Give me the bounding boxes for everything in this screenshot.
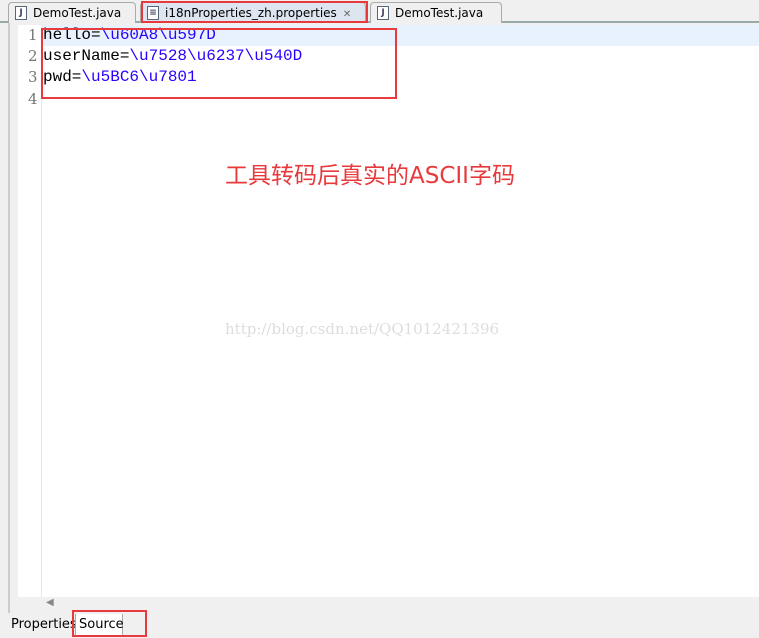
tab-demotest-java-1[interactable]: J DemoTest.java xyxy=(8,2,136,23)
tab-label: DemoTest.java xyxy=(395,6,484,20)
annotation-text: 工具转码后真实的ASCII字码 xyxy=(225,163,515,189)
highlight-box-tab xyxy=(141,1,368,23)
java-file-icon: J xyxy=(15,6,27,20)
line-number: 3 xyxy=(28,68,38,86)
tab-properties[interactable]: Properties xyxy=(8,614,80,636)
line-number: 4 xyxy=(28,90,38,108)
editor-tab-bar: J DemoTest.java ≡ i18nProperties_zh.proper… xyxy=(0,0,759,23)
tab-demotest-java-2[interactable]: J DemoTest.java xyxy=(370,2,502,23)
scroll-left-arrow-icon[interactable]: ◀ xyxy=(46,597,54,608)
source-editor[interactable]: 1 2 3 4 hello=\u60A8\u597D userName=\u75… xyxy=(18,25,759,597)
line-number-ruler xyxy=(18,25,42,597)
left-border xyxy=(8,23,10,638)
line-number: 1 xyxy=(28,26,38,44)
line-number: 2 xyxy=(28,47,38,65)
highlight-box-code xyxy=(41,28,397,99)
java-file-icon: J xyxy=(377,6,389,20)
highlight-box-source xyxy=(72,610,147,637)
tab-label: DemoTest.java xyxy=(33,6,122,20)
watermark: http://blog.csdn.net/QQ1012421396 xyxy=(225,320,500,338)
